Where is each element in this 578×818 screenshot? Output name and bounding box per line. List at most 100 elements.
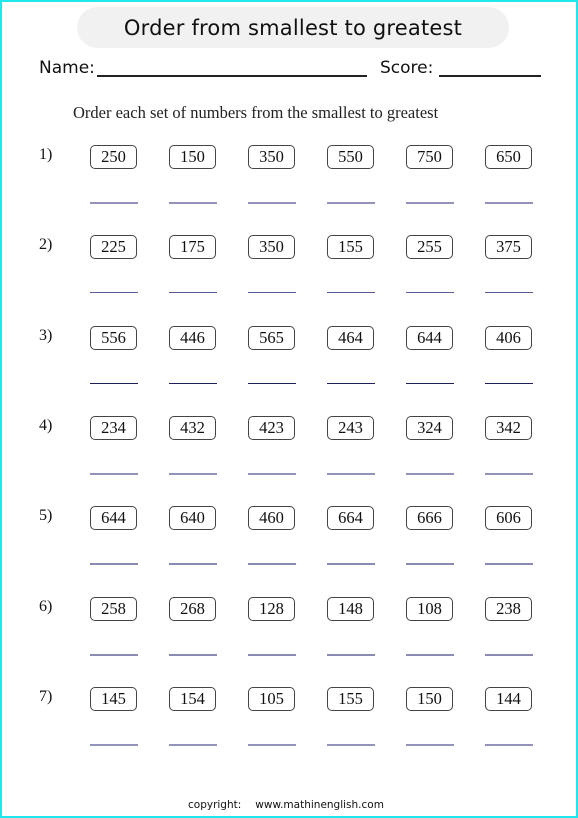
number-box: 550: [327, 145, 374, 169]
answer-blank[interactable]: [406, 472, 454, 475]
number-box: 406: [485, 325, 532, 350]
number-box: 350: [248, 235, 295, 260]
number-box: 565: [248, 325, 295, 350]
answer-blank[interactable]: [90, 743, 138, 746]
number-box: 750: [406, 145, 453, 169]
problem-number: 6): [39, 597, 53, 615]
instructions: Order each set of numbers from the small…: [73, 103, 439, 122]
answer-blank[interactable]: [485, 382, 533, 384]
copyright-label: copyright:: [188, 799, 242, 811]
answer-blank[interactable]: [327, 743, 375, 746]
number-box: 128: [248, 596, 295, 621]
number-box: 154: [169, 686, 216, 711]
number-box: 644: [90, 506, 137, 531]
answer-blank[interactable]: [248, 563, 296, 566]
score-field[interactable]: [439, 75, 541, 77]
problem-number: 2): [39, 236, 53, 254]
problem-number: 1): [39, 146, 53, 163]
number-box: 664: [327, 506, 374, 531]
answer-blank[interactable]: [90, 563, 138, 566]
answer-blank[interactable]: [169, 202, 217, 204]
answer-blank[interactable]: [406, 292, 454, 294]
number-box: 144: [485, 686, 532, 711]
number-box: 155: [327, 686, 374, 711]
answer-blank[interactable]: [485, 292, 533, 294]
worksheet-page: Order from smallest to greatest Name: Sc…: [0, 0, 578, 818]
answer-blank[interactable]: [90, 653, 138, 656]
answer-blank[interactable]: [248, 292, 296, 294]
answer-blank[interactable]: [406, 382, 454, 384]
answer-blank[interactable]: [169, 653, 217, 656]
number-box: 350: [248, 145, 295, 169]
answer-blank[interactable]: [169, 472, 217, 475]
answer-blank[interactable]: [327, 653, 375, 656]
number-box: 108: [406, 596, 453, 621]
answer-blank[interactable]: [406, 202, 454, 204]
number-box: 258: [90, 596, 137, 621]
problem-number: 4): [39, 416, 53, 434]
answer-blank[interactable]: [90, 382, 138, 384]
answer-blank[interactable]: [406, 743, 454, 746]
number-box: 342: [485, 415, 532, 440]
answer-blank[interactable]: [248, 743, 296, 746]
website-link[interactable]: www.mathinenglish.com: [255, 799, 384, 811]
number-box: 446: [169, 325, 216, 350]
answer-blank[interactable]: [169, 382, 217, 384]
number-box: 464: [327, 325, 374, 350]
number-box: 423: [248, 415, 295, 440]
problem-number: 5): [39, 507, 53, 525]
answer-blank[interactable]: [327, 382, 375, 384]
number-box: 268: [169, 596, 216, 621]
answer-blank[interactable]: [169, 563, 217, 566]
answer-blank[interactable]: [327, 202, 375, 204]
number-box: 460: [248, 506, 295, 531]
answer-blank[interactable]: [485, 472, 533, 475]
answer-blank[interactable]: [406, 653, 454, 656]
answer-blank[interactable]: [327, 472, 375, 475]
answer-blank[interactable]: [90, 202, 138, 204]
number-box: 145: [90, 686, 137, 711]
answer-blank[interactable]: [169, 292, 217, 294]
answer-blank[interactable]: [485, 202, 533, 204]
number-box: 225: [90, 235, 137, 260]
answer-blank[interactable]: [327, 292, 375, 294]
number-box: 324: [406, 415, 453, 440]
number-box: 234: [90, 415, 137, 440]
answer-blank[interactable]: [169, 743, 217, 746]
number-box: 432: [169, 415, 216, 440]
number-box: 250: [90, 145, 137, 169]
number-box: 155: [327, 235, 374, 260]
answer-blank[interactable]: [248, 472, 296, 475]
number-box: 666: [406, 506, 453, 531]
problem-number: 3): [39, 326, 53, 344]
answer-blank[interactable]: [248, 202, 296, 204]
number-box: 255: [406, 235, 453, 260]
answer-blank[interactable]: [248, 653, 296, 656]
number-box: 238: [485, 596, 532, 621]
number-box: 606: [485, 506, 532, 531]
answer-blank[interactable]: [485, 563, 533, 566]
number-box: 105: [248, 686, 295, 711]
number-box: 150: [406, 686, 453, 711]
number-box: 650: [485, 145, 532, 169]
name-field[interactable]: [97, 75, 367, 77]
answer-blank[interactable]: [90, 472, 138, 475]
number-box: 556: [90, 325, 137, 350]
answer-blank[interactable]: [406, 563, 454, 566]
number-box: 243: [327, 415, 374, 440]
name-label: Name:: [39, 58, 95, 78]
number-box: 644: [406, 325, 453, 350]
number-box: 150: [169, 145, 216, 169]
answer-blank[interactable]: [327, 563, 375, 566]
number-box: 375: [485, 235, 532, 260]
number-box: 148: [327, 596, 374, 621]
worksheet-title: Order from smallest to greatest: [77, 7, 509, 48]
number-box: 175: [169, 235, 216, 260]
answer-blank[interactable]: [485, 743, 533, 746]
answer-blank[interactable]: [248, 382, 296, 384]
number-box: 640: [169, 506, 216, 531]
score-label: Score:: [380, 58, 434, 78]
answer-blank[interactable]: [90, 292, 138, 294]
footer: copyright: www.mathinenglish.com: [188, 799, 384, 811]
answer-blank[interactable]: [485, 653, 533, 656]
